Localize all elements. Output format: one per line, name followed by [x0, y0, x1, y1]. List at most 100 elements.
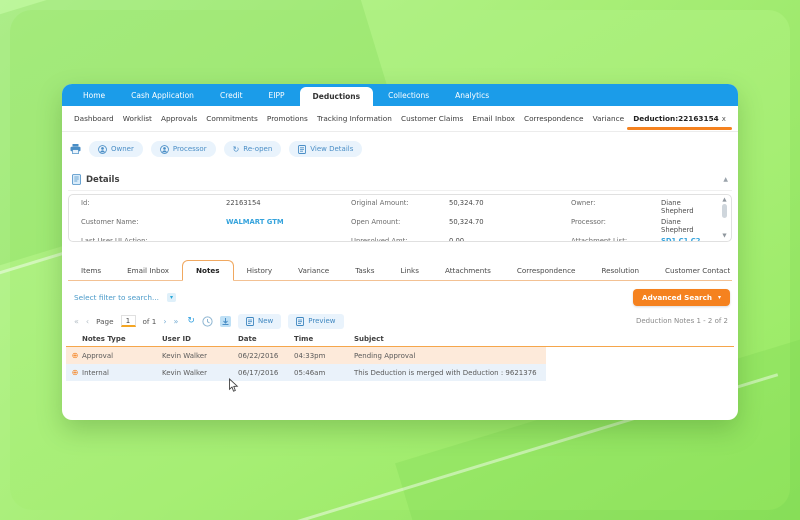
- cell-time: 04:33pm: [294, 351, 326, 360]
- collapse-arrow-icon[interactable]: ▲: [723, 176, 728, 183]
- subnav-tab-deduction[interactable]: Deduction:22163154 x: [627, 114, 732, 130]
- cell-notes-type: Internal: [82, 368, 109, 377]
- app-window: Home Cash Application Credit EIPP Deduct…: [62, 84, 738, 420]
- tab-correspondence[interactable]: Correspondence: [504, 261, 589, 280]
- subnav-item-correspondence[interactable]: Correspondence: [524, 114, 584, 123]
- printer-icon: [70, 144, 81, 154]
- details-fields: Id: 22163154 Original Amount: 50,324.70 …: [68, 194, 732, 242]
- view-details-button[interactable]: View Details: [289, 141, 363, 157]
- subnav-item-approvals[interactable]: Approvals: [161, 114, 197, 123]
- tab-links[interactable]: Links: [387, 261, 431, 280]
- nav-item-credit[interactable]: Credit: [207, 84, 256, 106]
- tab-email-inbox[interactable]: Email Inbox: [114, 261, 182, 280]
- detail-tabs: Items Email Inbox Notes History Variance…: [68, 256, 732, 281]
- expand-row-icon[interactable]: ⊕: [68, 368, 82, 377]
- filter-select[interactable]: Select filter to search... ▾: [74, 292, 176, 302]
- cell-date: 06/22/2016: [238, 351, 279, 360]
- details-title: Details: [86, 174, 120, 185]
- cell-subject: Pending Approval: [354, 351, 416, 360]
- nav-item-analytics[interactable]: Analytics: [442, 84, 502, 106]
- field-label-owner: Owner:: [571, 199, 596, 207]
- subnav-item-commitments[interactable]: Commitments: [206, 114, 258, 123]
- preview-button[interactable]: Preview: [288, 313, 344, 329]
- cell-date: 06/17/2016: [238, 368, 279, 377]
- tab-items[interactable]: Items: [68, 261, 114, 280]
- nav-item-collections[interactable]: Collections: [375, 84, 442, 106]
- main-nav: Home Cash Application Credit EIPP Deduct…: [62, 84, 738, 106]
- preview-doc-icon: [296, 316, 305, 326]
- tab-history[interactable]: History: [234, 261, 286, 280]
- nav-item-home[interactable]: Home: [70, 84, 118, 106]
- subnav-item-worklist[interactable]: Worklist: [123, 114, 152, 123]
- nav-item-cash-application[interactable]: Cash Application: [118, 84, 207, 106]
- refresh-icon[interactable]: ↻: [187, 316, 195, 326]
- last-page-icon[interactable]: »: [174, 317, 179, 326]
- subnav-item-promotions[interactable]: Promotions: [267, 114, 308, 123]
- field-value-owner: Diane Shepherd: [661, 199, 694, 215]
- export-arrow-icon: [222, 317, 229, 325]
- field-value-original-amount: 50,324.70: [449, 199, 484, 207]
- close-icon[interactable]: x: [722, 115, 726, 123]
- scroll-down-icon[interactable]: ▼: [722, 233, 726, 239]
- next-page-icon[interactable]: ›: [163, 317, 166, 326]
- table-row[interactable]: ⊕ Approval Kevin Walker 06/22/2016 04:33…: [66, 347, 546, 364]
- person-icon: [98, 144, 107, 154]
- tab-variance[interactable]: Variance: [285, 261, 342, 280]
- tab-notes[interactable]: Notes: [182, 260, 234, 281]
- new-button-label: New: [257, 317, 274, 325]
- subnav-item-variance[interactable]: Variance: [593, 114, 625, 123]
- processor-button[interactable]: Processor: [150, 141, 216, 157]
- cell-notes-type: Approval: [82, 351, 114, 360]
- page-input[interactable]: [120, 315, 136, 327]
- prev-page-icon[interactable]: ‹: [86, 317, 89, 326]
- tab-resolution[interactable]: Resolution: [588, 261, 652, 280]
- cell-subject: This Deduction is merged with Deduction …: [354, 368, 537, 377]
- subnav-item-email-inbox[interactable]: Email Inbox: [472, 114, 515, 123]
- scroll-up-icon[interactable]: ▲: [722, 197, 726, 203]
- field-value-id: 22163154: [226, 199, 261, 207]
- tab-customer-contact[interactable]: Customer Contact: [652, 261, 743, 280]
- page-of-label: of 1: [142, 316, 157, 326]
- details-panel: Details ▲ Id: 22163154 Original Amount: …: [68, 172, 732, 242]
- cell-user-id: Kevin Walker: [162, 368, 207, 377]
- field-value-last-user-ui-action: [226, 237, 351, 241]
- nav-item-eipp[interactable]: EIPP: [256, 84, 298, 106]
- owner-button[interactable]: Owner: [89, 141, 143, 157]
- details-scrollbar[interactable]: ▲ ▼: [720, 197, 729, 239]
- cell-user-id: Kevin Walker: [162, 351, 207, 360]
- scroll-thumb[interactable]: [722, 204, 727, 218]
- advanced-search-label: Advanced Search: [642, 292, 712, 302]
- export-icon[interactable]: [219, 315, 231, 327]
- preview-button-label: Preview: [308, 317, 336, 325]
- field-label-original-amount: Original Amount:: [351, 199, 409, 207]
- advanced-search-button[interactable]: Advanced Search ▾: [633, 288, 730, 306]
- chevron-down-icon[interactable]: ▾: [166, 292, 176, 302]
- new-doc-icon: [246, 316, 254, 326]
- sub-nav: Dashboard Worklist Approvals Commitments…: [62, 106, 738, 132]
- reopen-button-label: Re-open: [243, 145, 273, 153]
- first-page-icon[interactable]: «: [74, 317, 79, 326]
- chevron-down-icon: ▾: [717, 293, 721, 301]
- new-note-button[interactable]: New: [237, 313, 282, 329]
- print-button[interactable]: [70, 144, 81, 154]
- record-range-text: Deduction Notes 1 - 2 of 2: [635, 317, 728, 325]
- nav-item-deductions[interactable]: Deductions: [299, 87, 374, 106]
- document-icon: [298, 144, 307, 154]
- field-value-processor: Diane Shepherd: [661, 218, 694, 234]
- customer-name-link[interactable]: WALMART GTM: [226, 218, 351, 234]
- page-label: Page: [96, 316, 114, 326]
- subnav-item-customer-claims[interactable]: Customer Claims: [401, 114, 463, 123]
- field-label-open-amount: Open Amount:: [351, 218, 401, 226]
- attachment-list-link[interactable]: SD1 C1 C2: [661, 237, 713, 241]
- history-clock-icon[interactable]: [202, 315, 213, 327]
- table-row[interactable]: ⊕ Internal Kevin Walker 06/17/2016 05:46…: [66, 364, 546, 381]
- tab-attachments[interactable]: Attachments: [432, 261, 504, 280]
- field-label-processor: Processor:: [571, 218, 606, 226]
- subnav-item-dashboard[interactable]: Dashboard: [74, 114, 114, 123]
- field-value-open-amount: 50,324.70: [449, 218, 484, 226]
- expand-row-icon[interactable]: ⊕: [68, 351, 82, 360]
- tab-tasks[interactable]: Tasks: [342, 261, 387, 280]
- details-header: Details ▲: [68, 172, 732, 191]
- subnav-item-tracking-information[interactable]: Tracking Information: [317, 114, 392, 123]
- reopen-button[interactable]: ↻ Re-open: [223, 141, 282, 157]
